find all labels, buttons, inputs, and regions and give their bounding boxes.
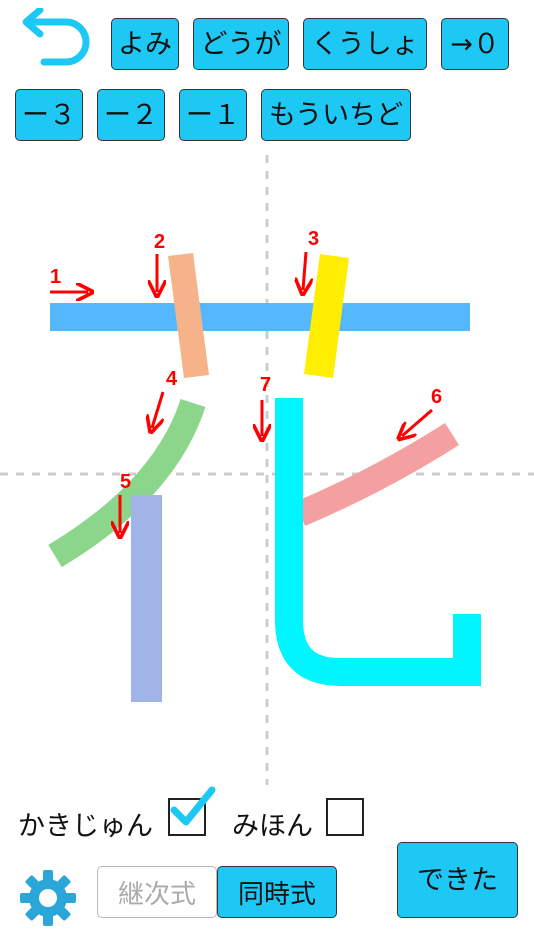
minus3-button[interactable]: ー３ bbox=[15, 89, 83, 141]
to-zero-button[interactable]: →０ bbox=[441, 18, 509, 70]
undo-arrow-icon bbox=[22, 6, 90, 66]
stroke-number-1: 1 bbox=[50, 266, 61, 288]
minus2-button[interactable]: ー２ bbox=[97, 89, 165, 141]
stroke-arrow-4 bbox=[152, 391, 165, 428]
reading-button[interactable]: よみ bbox=[111, 18, 179, 70]
simultaneous-mode-button[interactable]: 同時式 bbox=[217, 866, 337, 918]
stroke-arrow-6 bbox=[402, 408, 433, 436]
stroke-canvas[interactable]: 1 2 3 4 5 6 7 bbox=[0, 150, 534, 790]
stroke-detail-button[interactable]: くうしょ bbox=[303, 18, 427, 70]
again-button[interactable]: もういちど bbox=[261, 89, 411, 141]
gear-icon bbox=[20, 870, 76, 926]
stroke-arrow-3 bbox=[303, 251, 306, 290]
stroke-5 bbox=[131, 495, 162, 702]
back-button[interactable] bbox=[18, 6, 98, 68]
stroke-number-3: 3 bbox=[308, 228, 319, 250]
stroke-1 bbox=[50, 303, 470, 331]
stroke-number-7: 7 bbox=[260, 374, 271, 396]
stroke-order-label: かきじゅん bbox=[18, 811, 153, 842]
stroke-number-2: 2 bbox=[154, 231, 165, 253]
kanji-stroke-diagram: 1 2 3 4 5 6 7 bbox=[0, 155, 534, 785]
model-checkbox[interactable] bbox=[326, 798, 364, 836]
stroke-number-4: 4 bbox=[166, 368, 178, 390]
stroke-number-5: 5 bbox=[120, 471, 131, 493]
model-label: みほん bbox=[232, 811, 313, 842]
stroke-number-6: 6 bbox=[431, 386, 442, 408]
stroke-order-checkbox[interactable] bbox=[168, 786, 216, 836]
animation-button[interactable]: どうが bbox=[193, 18, 289, 70]
settings-button[interactable] bbox=[18, 868, 78, 928]
sequential-mode-button[interactable]: 継次式 bbox=[97, 866, 217, 918]
minus1-button[interactable]: ー１ bbox=[179, 89, 247, 141]
done-button[interactable]: できた bbox=[397, 842, 518, 918]
checkmark-icon bbox=[170, 786, 216, 826]
